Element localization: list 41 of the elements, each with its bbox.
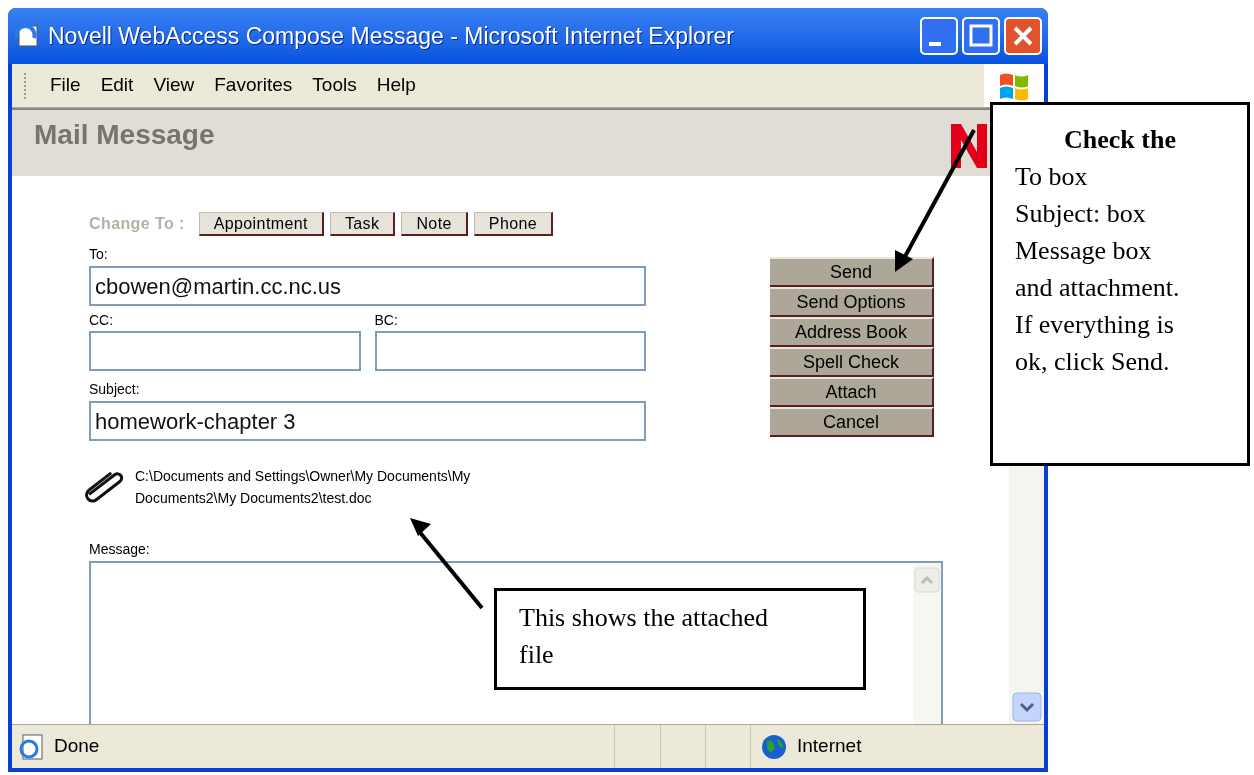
subject-field[interactable]: homework-chapter 3 [89, 401, 646, 441]
menu-item[interactable]: Help [376, 71, 416, 100]
action-button[interactable]: Address Book [770, 317, 934, 347]
callout-text: To box Subject: box Message box and attachment. If everything is ok, click Send. [1015, 161, 1181, 378]
field-label: BC: [374, 311, 399, 330]
field-label: CC: [89, 311, 115, 330]
menu-item[interactable]: Favorites [214, 71, 293, 100]
bc-field[interactable] [374, 331, 646, 371]
action-button[interactable]: Attach [770, 377, 934, 407]
field-label: To: [89, 246, 108, 262]
attachment-path[interactable]: C:\Documents and Settings\Owner\My Documents\My Documents2\My Documents2\test.doc [135, 465, 575, 509]
menu-item[interactable]: Edit [100, 71, 134, 100]
maximize-icon[interactable] [962, 17, 1000, 55]
to-field[interactable]: cbowen@martin.cc.nc.us [89, 266, 646, 306]
window-title: Novell WebAccess Compose Message - Microsoft Internet Explorer [48, 21, 735, 51]
change-to-button[interactable]: Note [401, 212, 468, 236]
menu-item[interactable]: View [153, 71, 195, 100]
callout-text: This shows the attached file [519, 602, 770, 671]
action-button[interactable]: Spell Check [770, 347, 934, 377]
change-to-button[interactable]: Task [329, 212, 396, 236]
field-label: Message: [89, 541, 150, 557]
close-icon[interactable] [1004, 17, 1042, 55]
change-to-label: Change To : [89, 214, 185, 234]
menu-item[interactable]: Tools [312, 71, 357, 100]
action-button[interactable]: Cancel [770, 407, 934, 437]
browser-page-icon [14, 24, 40, 48]
action-button[interactable]: Send [770, 257, 934, 287]
minimize-icon[interactable] [920, 17, 958, 55]
globe-icon [761, 733, 787, 760]
n-logo-icon [949, 122, 989, 170]
change-to-button[interactable]: Phone [473, 212, 554, 236]
scroll-down-icon[interactable] [1011, 692, 1042, 722]
action-button[interactable]: Send Options [770, 287, 934, 317]
page-title: Mail Message [34, 118, 215, 152]
change-to-button[interactable]: Appointment [198, 212, 324, 236]
cc-field[interactable] [89, 331, 361, 371]
menu-item[interactable]: File [50, 71, 81, 100]
status-zone: Internet [797, 734, 862, 759]
status-text: Done [54, 734, 101, 759]
field-label: Subject: [89, 381, 140, 397]
callout-title: Check the [1063, 124, 1177, 156]
